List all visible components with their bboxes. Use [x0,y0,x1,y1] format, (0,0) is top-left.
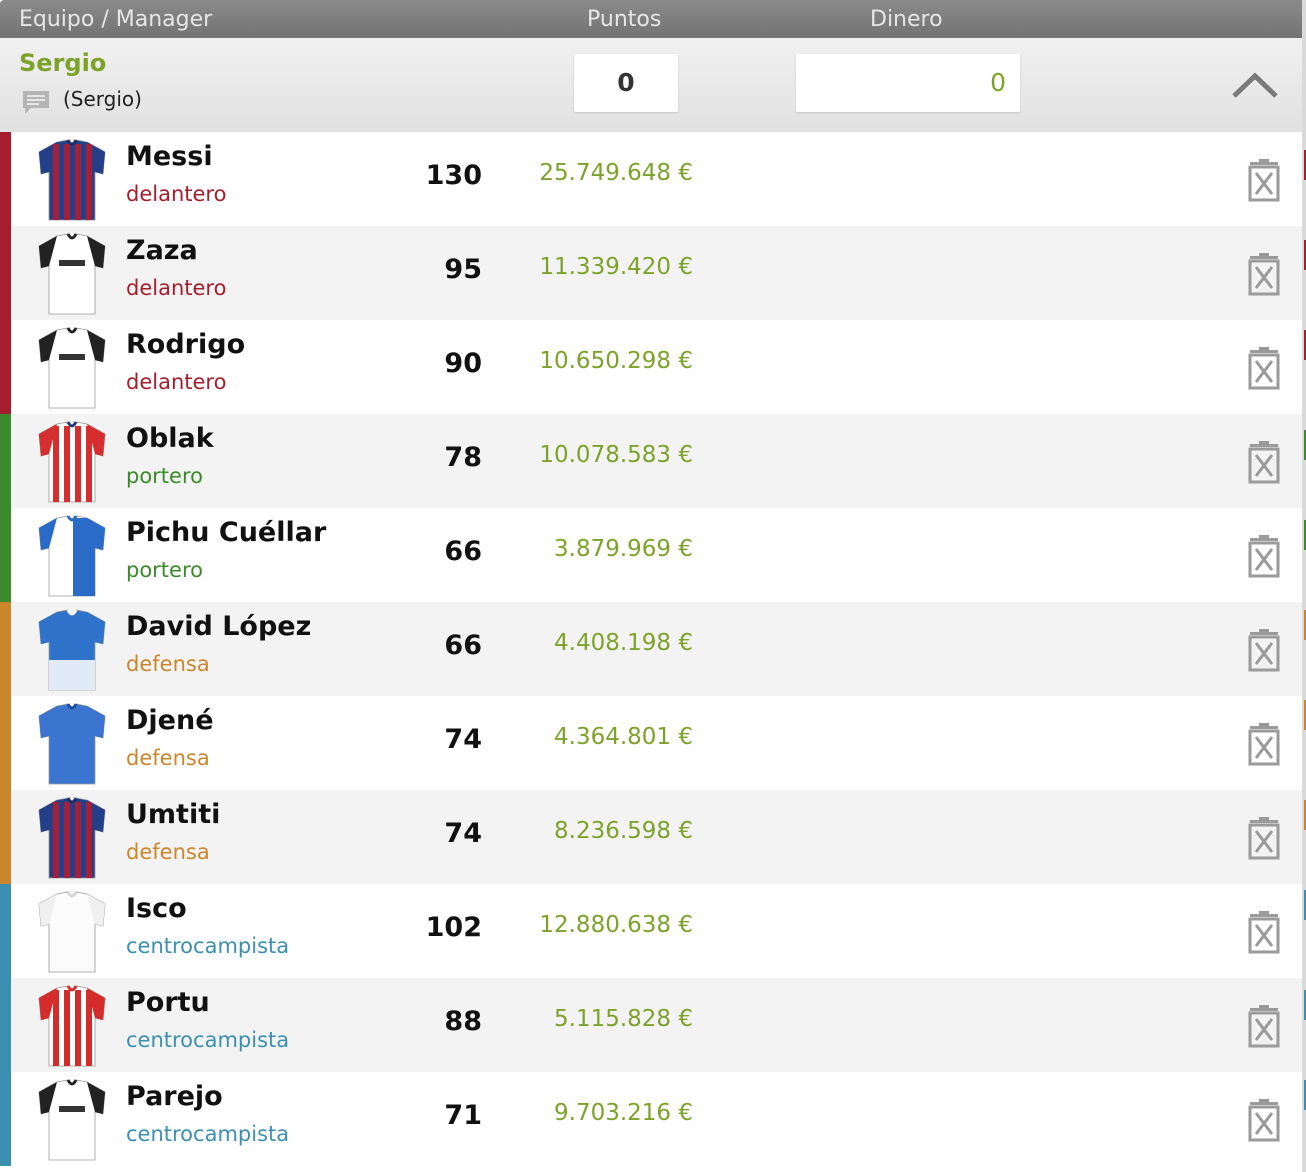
player-points: 90 [444,348,482,379]
player-value: 10.078.583 € [539,442,693,468]
player-name[interactable]: Umtiti [126,799,220,830]
player-points: 102 [425,912,482,943]
team-jersey-icon [38,1079,106,1161]
player-position: defensa [126,840,210,864]
header-points: Puntos [587,7,662,32]
trash-icon[interactable] [1247,1004,1281,1048]
team-jersey-icon [38,515,106,597]
player-position: centrocampista [126,1122,290,1146]
player-points: 88 [444,1006,482,1037]
player-position: centrocampista [126,1028,290,1052]
team-jersey-icon [38,797,106,879]
team-money-box: 0 [796,54,1020,112]
player-row[interactable]: Parejo centrocampista 71 9.703.216 € [0,1072,1302,1166]
player-points: 74 [444,724,482,755]
player-name[interactable]: David López [126,611,311,642]
player-value: 12.880.638 € [539,912,693,938]
player-row[interactable]: Portu centrocampista 88 5.115.828 € [0,978,1302,1072]
player-position: delantero [126,276,227,300]
player-value: 10.650.298 € [539,348,693,374]
player-row[interactable]: Pichu Cuéllar portero 66 3.879.969 € [0,508,1302,602]
team-jersey-icon [38,891,106,973]
player-row[interactable]: Zaza delantero 95 11.339.420 € [0,226,1302,320]
header-money: Dinero [870,7,943,32]
player-position: centrocampista [126,934,290,958]
player-points: 95 [444,254,482,285]
manager-name: (Sergio) [63,87,142,111]
team-name[interactable]: Sergio [19,49,106,77]
player-points: 66 [444,536,482,567]
player-value: 4.364.801 € [554,724,693,750]
team-jersey-icon [38,609,106,691]
player-position: defensa [126,746,210,770]
player-points: 66 [444,630,482,661]
player-position: defensa [126,652,210,676]
trash-icon[interactable] [1247,534,1281,578]
player-name[interactable]: Rodrigo [126,329,245,360]
trash-icon[interactable] [1247,1098,1281,1142]
player-position: portero [126,558,203,582]
player-row[interactable]: David López defensa 66 4.408.198 € [0,602,1302,696]
header-team-manager: Equipo / Manager [19,7,213,32]
player-name[interactable]: Isco [126,893,187,924]
chevron-up-icon[interactable] [1230,68,1280,102]
player-value: 9.703.216 € [554,1100,693,1126]
team-jersey-icon [38,985,106,1067]
player-position: portero [126,464,203,488]
player-name[interactable]: Portu [126,987,210,1018]
player-name[interactable]: Messi [126,141,213,172]
team-jersey-icon [38,703,106,785]
player-value: 4.408.198 € [554,630,693,656]
trash-icon[interactable] [1247,910,1281,954]
player-points: 74 [444,818,482,849]
team-jersey-icon [38,233,106,315]
trash-icon[interactable] [1247,252,1281,296]
player-value: 8.236.598 € [554,818,693,844]
team-jersey-icon [38,327,106,409]
player-row[interactable]: Rodrigo delantero 90 10.650.298 € [0,320,1302,414]
trash-icon[interactable] [1247,440,1281,484]
player-row[interactable]: Djené defensa 74 4.364.801 € [0,696,1302,790]
player-value: 5.115.828 € [554,1006,693,1032]
team-points-box: 0 [574,54,678,112]
trash-icon[interactable] [1247,722,1281,766]
player-name[interactable]: Djené [126,705,214,736]
player-name[interactable]: Oblak [126,423,214,454]
player-points: 78 [444,442,482,473]
player-name[interactable]: Zaza [126,235,198,266]
trash-icon[interactable] [1247,628,1281,672]
team-summary: Sergio (Sergio) 0 0 [0,38,1302,132]
trash-icon[interactable] [1247,346,1281,390]
trash-icon[interactable] [1247,158,1281,202]
team-jersey-icon [38,139,106,221]
player-value: 25.749.648 € [539,160,693,186]
player-points: 130 [425,160,482,191]
player-row[interactable]: Oblak portero 78 10.078.583 € [0,414,1302,508]
table-header: Equipo / Manager Puntos Dinero [0,0,1302,38]
player-row[interactable]: Umtiti defensa 74 8.236.598 € [0,790,1302,884]
player-row[interactable]: Messi delantero 130 25.749.648 € [0,132,1302,226]
player-position: delantero [126,370,227,394]
player-name[interactable]: Pichu Cuéllar [126,517,326,548]
player-value: 3.879.969 € [554,536,693,562]
chat-bubble-icon[interactable] [21,89,51,115]
player-row[interactable]: Isco centrocampista 102 12.880.638 € [0,884,1302,978]
player-position: delantero [126,182,227,206]
team-jersey-icon [38,421,106,503]
player-points: 71 [444,1100,482,1131]
player-value: 11.339.420 € [539,254,693,280]
player-name[interactable]: Parejo [126,1081,223,1112]
trash-icon[interactable] [1247,816,1281,860]
